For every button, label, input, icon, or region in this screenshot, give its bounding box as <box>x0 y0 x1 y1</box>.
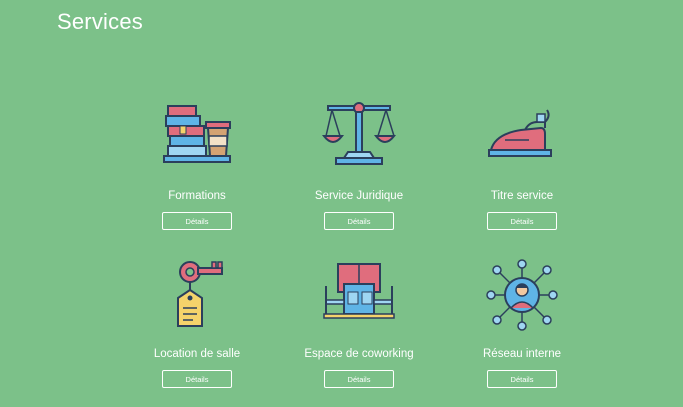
service-label: Service Juridique <box>314 190 404 202</box>
key-tag-icon <box>177 261 223 327</box>
details-button[interactable]: Détails <box>162 212 232 230</box>
details-button[interactable]: Détails <box>487 212 557 230</box>
service-label: Titre service <box>490 190 554 202</box>
coworking-desk-icon <box>323 263 395 319</box>
service-label: Location de salle <box>153 348 241 360</box>
service-card-reseau-interne: Réseau interne Détails <box>442 258 602 388</box>
service-card-titre-service: Titre service Détails <box>442 100 602 230</box>
books-coffee-icon <box>163 105 231 163</box>
service-label: Formations <box>168 190 226 202</box>
page-title: Services <box>57 9 143 34</box>
details-button[interactable]: Détails <box>162 370 232 388</box>
iron-icon <box>488 109 552 157</box>
details-button[interactable]: Détails <box>487 370 557 388</box>
details-button[interactable]: Détails <box>324 370 394 388</box>
service-label: Espace de coworking <box>304 348 414 360</box>
details-button[interactable]: Détails <box>324 212 394 230</box>
service-card-service-juridique: Service Juridique Détails <box>279 100 439 230</box>
service-card-location-de-salle: Location de salle Détails <box>117 258 277 388</box>
network-person-icon <box>486 259 558 331</box>
service-card-formations: Formations Détails <box>117 100 277 230</box>
scales-icon <box>322 102 396 165</box>
service-card-espace-de-coworking: Espace de coworking Détails <box>279 258 439 388</box>
service-label: Réseau interne <box>483 348 561 360</box>
